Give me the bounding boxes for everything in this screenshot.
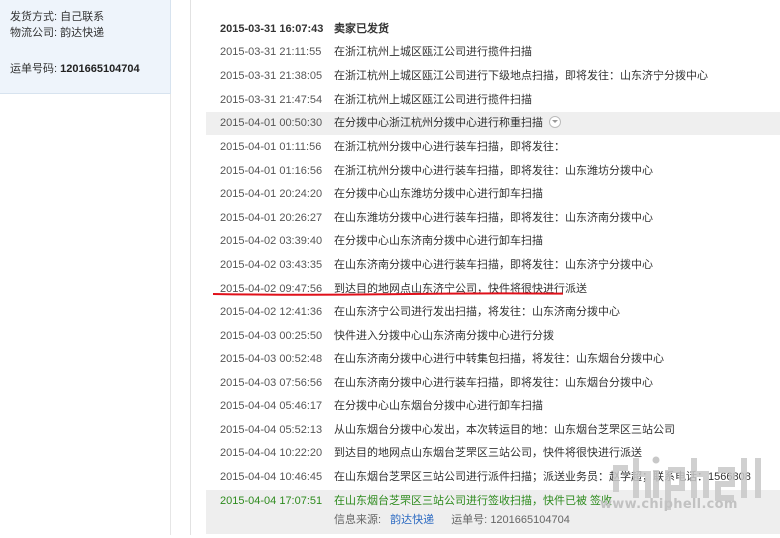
event-time: 2015-03-31 16:07:43 bbox=[220, 23, 324, 35]
tracking-row: 2015-04-03 07:56:56 在山东济南分拨中心进行装车扫描，即将发往… bbox=[206, 372, 780, 395]
tracking-row: 2015-04-01 01:11:56 在浙江杭州分拨中心进行装车扫描，即将发往… bbox=[206, 136, 780, 159]
event-time: 2015-03-31 21:47:54 bbox=[220, 94, 323, 106]
waybill-value: 1201665104704 bbox=[490, 514, 570, 526]
chiphell-watermark: chiphell www.chiphell.com bbox=[598, 440, 778, 535]
watermark-url: www.chiphell.com bbox=[600, 497, 738, 512]
event-time: 2015-04-01 01:16:56 bbox=[220, 165, 323, 177]
event-time: 2015-04-02 09:47:56 bbox=[220, 283, 323, 295]
event-desc: 快件进入分拨中心山东济南分拨中心进行分拨 bbox=[334, 330, 554, 342]
tracking-row: 2015-04-01 20:24:20 在分拨中心山东潍坊分拨中心进行卸车扫描 bbox=[206, 183, 780, 206]
tracking-number-value: 1201665104704 bbox=[60, 63, 140, 75]
tracking-row-hover[interactable]: 2015-04-01 00:50:30 在分拨中心浙江杭州分拨中心进行称重扫描 bbox=[206, 112, 780, 135]
event-time: 2015-04-04 05:46:17 bbox=[220, 400, 323, 412]
waybill-label: 运单号: bbox=[451, 514, 488, 526]
shipping-method-line: 发货方式: 自己联系 bbox=[10, 8, 104, 24]
red-underline-annotation bbox=[212, 292, 564, 296]
event-desc: 在山东潍坊分拨中心进行装车扫描，即将发往：山东济南分拨中心 bbox=[334, 212, 653, 224]
chiphell-logo-icon bbox=[613, 456, 761, 510]
event-time: 2015-04-04 10:46:45 bbox=[220, 471, 323, 483]
event-time: 2015-03-31 21:38:05 bbox=[220, 70, 323, 82]
event-desc: 在山东济南分拨中心进行装车扫描，即将发往：山东济宁分拨中心 bbox=[334, 259, 653, 271]
logistics-company-line: 物流公司: 韵达快递 bbox=[10, 24, 104, 40]
tracking-row: 2015-03-31 21:47:54 在浙江杭州上城区瓯江公司进行揽件扫描 bbox=[206, 89, 780, 112]
event-desc: 在分拨中心山东济南分拨中心进行卸车扫描 bbox=[334, 235, 543, 247]
event-time: 2015-04-03 00:25:50 bbox=[220, 330, 323, 342]
logistics-company-label: 物流公司: bbox=[10, 27, 58, 39]
event-desc: 在浙江杭州分拨中心进行装车扫描，即将发往：山东潍坊分拨中心 bbox=[334, 165, 653, 177]
tracking-row: 2015-04-01 20:26:27 在山东潍坊分拨中心进行装车扫描，即将发往… bbox=[206, 207, 780, 230]
event-source-line: 信息来源: 韵达快递 运单号: 1201665104704 bbox=[334, 510, 570, 530]
event-desc: 到达目的地网点山东烟台芝罘区三站公司，快件将很快进行派送 bbox=[334, 447, 642, 459]
event-desc-text: 在分拨中心浙江杭州分拨中心进行称重扫描 bbox=[334, 117, 543, 129]
source-label: 信息来源: bbox=[334, 514, 382, 526]
event-desc: 在分拨中心浙江杭州分拨中心进行称重扫描 bbox=[334, 112, 561, 135]
event-time: 2015-04-02 12:41:36 bbox=[220, 306, 323, 318]
event-desc: 从山东烟台分拨中心发出，本次转运目的地：山东烟台芝罘区三站公司 bbox=[334, 424, 675, 436]
logistics-company-value: 韵达快递 bbox=[60, 27, 105, 39]
event-desc: 在浙江杭州上城区瓯江公司进行下级地点扫描，即将发往：山东济宁分拨中心 bbox=[334, 70, 708, 82]
tracking-row: 2015-04-04 05:52:13 从山东烟台分拨中心发出，本次转运目的地：… bbox=[206, 419, 780, 442]
event-time: 2015-04-03 07:56:56 bbox=[220, 377, 323, 389]
shipping-info-panel: 发货方式: 自己联系 物流公司: 韵达快递 运单号码: 120166510470… bbox=[0, 0, 171, 94]
tracking-row: 2015-04-02 12:41:36 在山东济宁公司进行发出扫描，将发往：山东… bbox=[206, 301, 780, 324]
event-time: 2015-04-02 03:39:40 bbox=[220, 235, 323, 247]
event-time: 2015-04-04 17:07:51 bbox=[220, 495, 323, 507]
event-desc: 在山东济南分拨中心进行中转集包扫描，将发往：山东烟台分拨中心 bbox=[334, 353, 664, 365]
source-link[interactable]: 韵达快递 bbox=[390, 514, 434, 526]
event-desc: 在山东济宁公司进行发出扫描，将发往：山东济南分拨中心 bbox=[334, 306, 620, 318]
tracking-number-line: 运单号码: 1201665104704 bbox=[10, 60, 140, 76]
event-desc: 卖家已发货 bbox=[334, 23, 389, 35]
event-time: 2015-03-31 21:11:55 bbox=[220, 46, 322, 58]
tracking-row: 2015-03-31 21:38:05 在浙江杭州上城区瓯江公司进行下级地点扫描… bbox=[206, 65, 780, 88]
shipping-method-label: 发货方式: bbox=[10, 11, 58, 23]
event-time: 2015-04-04 05:52:13 bbox=[220, 424, 323, 436]
event-time: 2015-04-04 10:22:20 bbox=[220, 447, 323, 459]
event-time: 2015-04-01 00:50:30 bbox=[220, 117, 323, 129]
tracking-row: 2015-03-31 16:07:43 卖家已发货 bbox=[206, 18, 780, 41]
tracking-row: 2015-03-31 21:11:55 在浙江杭州上城区瓯江公司进行揽件扫描 bbox=[206, 41, 780, 64]
event-desc: 在分拨中心山东潍坊分拨中心进行卸车扫描 bbox=[334, 188, 543, 200]
tracking-number-label: 运单号码: bbox=[10, 63, 58, 75]
left-column-blank bbox=[0, 94, 171, 535]
tracking-row: 2015-04-03 00:25:50 快件进入分拨中心山东济南分拨中心进行分拨 bbox=[206, 325, 780, 348]
event-time: 2015-04-01 01:11:56 bbox=[220, 141, 322, 153]
event-time: 2015-04-01 20:26:27 bbox=[220, 212, 323, 224]
tracking-row: 2015-04-02 03:39:40 在分拨中心山东济南分拨中心进行卸车扫描 bbox=[206, 230, 780, 253]
shipping-method-value: 自己联系 bbox=[60, 11, 105, 23]
tracking-row: 2015-04-03 00:52:48 在山东济南分拨中心进行中转集包扫描，将发… bbox=[206, 348, 780, 371]
tracking-row: 2015-04-02 09:47:56 到达目的地网点山东济宁公司，快件将很快进… bbox=[206, 278, 780, 301]
event-desc: 在浙江杭州上城区瓯江公司进行揽件扫描 bbox=[334, 94, 532, 106]
event-desc: 在浙江杭州上城区瓯江公司进行揽件扫描 bbox=[334, 46, 532, 58]
event-desc: 在浙江杭州分拨中心进行装车扫描，即将发往： bbox=[334, 141, 565, 153]
event-time: 2015-04-01 20:24:20 bbox=[220, 188, 323, 200]
event-time: 2015-04-03 00:52:48 bbox=[220, 353, 323, 365]
event-time: 2015-04-02 03:43:35 bbox=[220, 259, 323, 271]
expand-chevron-icon[interactable] bbox=[549, 116, 561, 129]
event-desc: 到达目的地网点山东济宁公司，快件将很快进行派送 bbox=[334, 283, 587, 295]
tracking-row: 2015-04-01 01:16:56 在浙江杭州分拨中心进行装车扫描，即将发往… bbox=[206, 160, 780, 183]
tracking-row: 2015-04-02 03:43:35 在山东济南分拨中心进行装车扫描，即将发往… bbox=[206, 254, 780, 277]
event-desc: 在山东济南分拨中心进行装车扫描，即将发往：山东烟台分拨中心 bbox=[334, 377, 653, 389]
event-desc: 在分拨中心山东烟台分拨中心进行卸车扫描 bbox=[334, 400, 543, 412]
tracking-row: 2015-04-04 05:46:17 在分拨中心山东烟台分拨中心进行卸车扫描 bbox=[206, 395, 780, 418]
